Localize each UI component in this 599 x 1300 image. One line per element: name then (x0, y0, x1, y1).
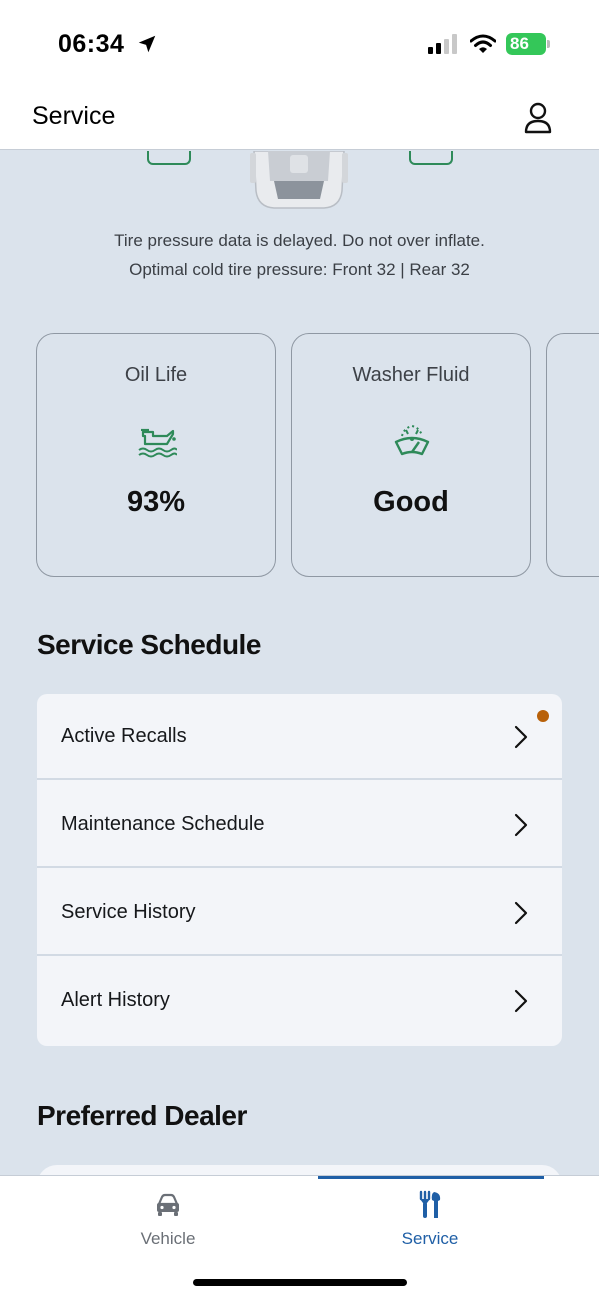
oil-life-value: 93% (126, 486, 186, 518)
tab-vehicle[interactable]: Vehicle (68, 1176, 268, 1266)
location-arrow-icon (138, 35, 156, 53)
status-card-partial[interactable] (546, 333, 599, 577)
app-header: Service (0, 90, 599, 150)
scroll-content[interactable]: Tire pressure data is delayed. Do not ov… (0, 151, 599, 1175)
oil-can-icon (138, 428, 177, 458)
service-schedule-list: Active Recalls Maintenance Schedule Serv… (37, 694, 562, 1046)
chevron-right-icon (514, 901, 528, 925)
active-recalls-row[interactable]: Active Recalls (37, 694, 562, 780)
alert-history-row[interactable]: Alert History (37, 958, 562, 1044)
status-time: 06:34 (58, 30, 125, 58)
vehicle-top-view-image (250, 151, 348, 209)
person-icon[interactable] (524, 102, 552, 134)
windshield-washer-icon (394, 424, 430, 456)
tab-label: Vehicle (140, 1229, 196, 1248)
washer-fluid-card[interactable]: Washer Fluid Good (291, 333, 531, 577)
battery-cap (547, 40, 550, 48)
chevron-right-icon (514, 725, 528, 749)
chevron-right-icon (514, 989, 528, 1013)
card-label: Washer Fluid (352, 364, 470, 386)
maintenance-schedule-row[interactable]: Maintenance Schedule (37, 782, 562, 868)
home-indicator (193, 1279, 407, 1286)
battery-level: 86 (506, 33, 546, 55)
row-label: Service History (61, 901, 196, 923)
service-history-row[interactable]: Service History (37, 870, 562, 956)
battery-charging-icon: 86 (506, 33, 550, 55)
cellular-signal-icon (428, 34, 457, 54)
tab-service[interactable]: Service (330, 1176, 530, 1266)
wifi-icon (470, 34, 496, 53)
preferred-dealer-card[interactable] (37, 1165, 562, 1175)
tab-label: Service (401, 1229, 459, 1248)
tire-pressure-optimal: Optimal cold tire pressure: Front 32 | R… (129, 260, 470, 279)
tools-icon (419, 1190, 441, 1218)
card-label: Oil Life (124, 364, 188, 386)
front-right-tire-indicator (409, 151, 453, 165)
tire-pressure-warning: Tire pressure data is delayed. Do not ov… (114, 231, 485, 250)
preferred-dealer-title: Preferred Dealer (37, 1100, 247, 1131)
oil-life-card[interactable]: Oil Life 93% (36, 333, 276, 577)
chevron-right-icon (514, 813, 528, 837)
front-left-tire-indicator (147, 151, 191, 165)
page-title: Service (32, 102, 116, 130)
row-label: Maintenance Schedule (61, 813, 265, 835)
notification-dot (537, 710, 549, 722)
row-label: Active Recalls (61, 725, 187, 747)
washer-fluid-value: Good (373, 486, 449, 518)
row-label: Alert History (61, 989, 170, 1011)
service-schedule-title: Service Schedule (37, 629, 261, 660)
status-bar: 06:34 86 (0, 0, 599, 90)
car-icon (157, 1193, 179, 1216)
